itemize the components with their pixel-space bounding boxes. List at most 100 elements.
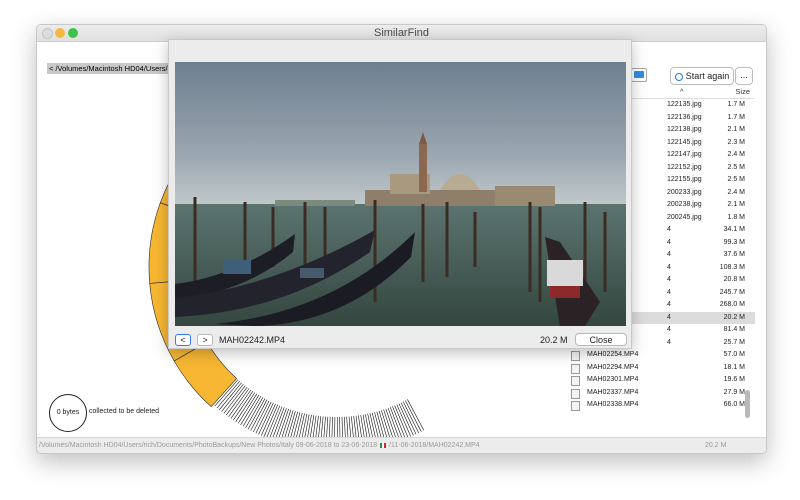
sunburst-file-slice[interactable] — [346, 416, 349, 437]
sunburst-file-slice[interactable] — [353, 416, 358, 437]
sunburst-file-slice[interactable] — [374, 412, 384, 437]
sunburst-file-slice[interactable] — [392, 406, 405, 437]
table-row[interactable]: MAH02254.MP4 57.0 M — [567, 349, 755, 362]
file-name: 200245.jpg — [667, 213, 702, 221]
sunburst-file-slice[interactable] — [263, 404, 278, 437]
file-size: 245.7 M — [719, 288, 745, 296]
sunburst-file-slice[interactable] — [228, 388, 250, 418]
sunburst-file-slice[interactable] — [367, 413, 375, 437]
sunburst-file-slice[interactable] — [385, 408, 397, 437]
table-row[interactable]: MAH02301.MP4 19.6 M — [567, 374, 755, 387]
sunburst-file-slice[interactable] — [288, 411, 298, 437]
sunburst-file-slice[interactable] — [317, 416, 322, 437]
file-name: MAH02254.MP4 — [587, 351, 639, 358]
folder-icon[interactable] — [631, 68, 647, 82]
sunburst-file-slice[interactable] — [339, 416, 341, 437]
file-name: 4 — [667, 313, 671, 321]
sunburst-file-slice[interactable] — [225, 386, 248, 416]
sunburst-file-slice[interactable] — [260, 403, 276, 436]
sort-chevron-icon[interactable]: ^ — [680, 87, 684, 96]
file-size: 19.6 M — [723, 376, 745, 383]
refresh-icon — [674, 72, 683, 81]
sunburst-file-slice[interactable] — [378, 410, 389, 437]
file-size: 20.8 M — [723, 276, 745, 283]
status-size: 20.2 M — [705, 442, 727, 449]
start-again-button[interactable]: Start again — [670, 67, 734, 85]
file-size: 108.3 M — [719, 263, 745, 271]
file-size: 37.6 M — [723, 251, 745, 258]
sunburst-file-slice[interactable] — [341, 416, 343, 437]
sunburst-file-slice[interactable] — [297, 413, 305, 437]
table-row[interactable]: MAH02338.MP4 66.0 M — [567, 399, 755, 412]
file-name: 4 — [667, 288, 671, 296]
sunburst-file-slice[interactable] — [277, 408, 289, 437]
sunburst-file-slice[interactable] — [398, 403, 414, 436]
file-name: 200238.jpg — [667, 201, 702, 208]
status-path: /Volumes/Macintosh HD04/Users/rich/Docum… — [39, 438, 480, 453]
preview-filename: MAH02242.MP4 — [219, 335, 286, 345]
file-name: 122155.jpg — [667, 176, 702, 183]
sunburst-file-slice[interactable] — [376, 411, 386, 437]
size-column-header[interactable]: Size — [735, 87, 750, 96]
sunburst-file-slice[interactable] — [286, 411, 296, 437]
previous-button[interactable]: < — [175, 334, 191, 346]
file-name: 4 — [667, 238, 671, 246]
file-size: 268.0 M — [719, 301, 745, 308]
sunburst-file-slice[interactable] — [323, 416, 326, 437]
file-name: 4 — [667, 226, 671, 233]
file-size: 20.2 M — [723, 313, 745, 321]
preview-photo — [175, 62, 626, 326]
file-size: 2.5 M — [727, 163, 745, 171]
file-size: 25.7 M — [723, 338, 745, 346]
file-size: 99.3 M — [723, 238, 745, 246]
sunburst-file-slice[interactable] — [396, 404, 412, 437]
file-size: 2.4 M — [727, 188, 745, 196]
sunburst-file-slice[interactable] — [294, 412, 303, 437]
more-options-button[interactable]: ... — [735, 67, 753, 85]
next-button[interactable]: > — [197, 334, 213, 346]
file-name: MAH02337.MP4 — [587, 388, 639, 396]
sunburst-file-slice[interactable] — [328, 416, 331, 437]
status-path-folder: /Volumes/Macintosh HD04/Users/rich/Docum… — [39, 442, 378, 449]
list-scrollbar[interactable] — [745, 390, 750, 418]
file-name: 4 — [667, 301, 671, 308]
table-header: ^ Size — [627, 86, 754, 99]
sunburst-file-slice[interactable] — [272, 407, 285, 437]
sunburst-file-slice[interactable] — [269, 406, 283, 437]
sunburst-file-slice[interactable] — [389, 407, 402, 437]
file-name: MAH02338.MP4 — [587, 401, 639, 408]
file-size: 66.0 M — [723, 401, 745, 408]
close-button[interactable]: Close — [575, 333, 627, 346]
italy-flag-icon — [380, 442, 387, 448]
video-file-icon — [571, 376, 580, 386]
sunburst-file-slice[interactable] — [371, 412, 380, 437]
preview-size: 20.2 M — [540, 335, 568, 345]
file-size: 2.4 M — [727, 151, 745, 158]
video-file-icon — [571, 363, 580, 374]
sunburst-file-slice[interactable] — [344, 416, 346, 437]
file-name: 122152.jpg — [667, 163, 702, 171]
table-row[interactable]: MAH02337.MP4 27.9 M — [567, 387, 755, 400]
file-name: 122147.jpg — [667, 151, 702, 158]
file-size: 1.7 M — [727, 101, 745, 108]
video-file-icon — [571, 401, 580, 411]
file-size: 1.7 M — [727, 113, 745, 121]
file-name: 4 — [667, 276, 671, 283]
sunburst-file-slice[interactable] — [223, 385, 246, 414]
file-name: 4 — [667, 338, 671, 346]
table-row[interactable]: MAH02294.MP4 18.1 M — [567, 362, 755, 375]
sunburst-file-slice[interactable] — [326, 416, 329, 437]
file-size: 1.8 M — [727, 213, 745, 221]
file-size: 81.4 M — [723, 326, 745, 333]
sunburst-file-slice[interactable] — [369, 413, 378, 437]
start-again-label: Start again — [685, 71, 730, 81]
file-name: MAH02294.MP4 — [587, 363, 639, 371]
file-name: 200233.jpg — [667, 188, 702, 196]
file-name: 4 — [667, 326, 671, 333]
sunburst-file-slice[interactable] — [291, 412, 301, 437]
file-size: 34.1 M — [723, 226, 745, 233]
file-size: 57.0 M — [723, 351, 745, 358]
collected-size-circle[interactable]: 0 bytes — [49, 394, 87, 432]
preview-sheet: < > MAH02242.MP4 20.2 M Close — [168, 39, 632, 349]
sunburst-file-slice[interactable] — [331, 416, 333, 437]
